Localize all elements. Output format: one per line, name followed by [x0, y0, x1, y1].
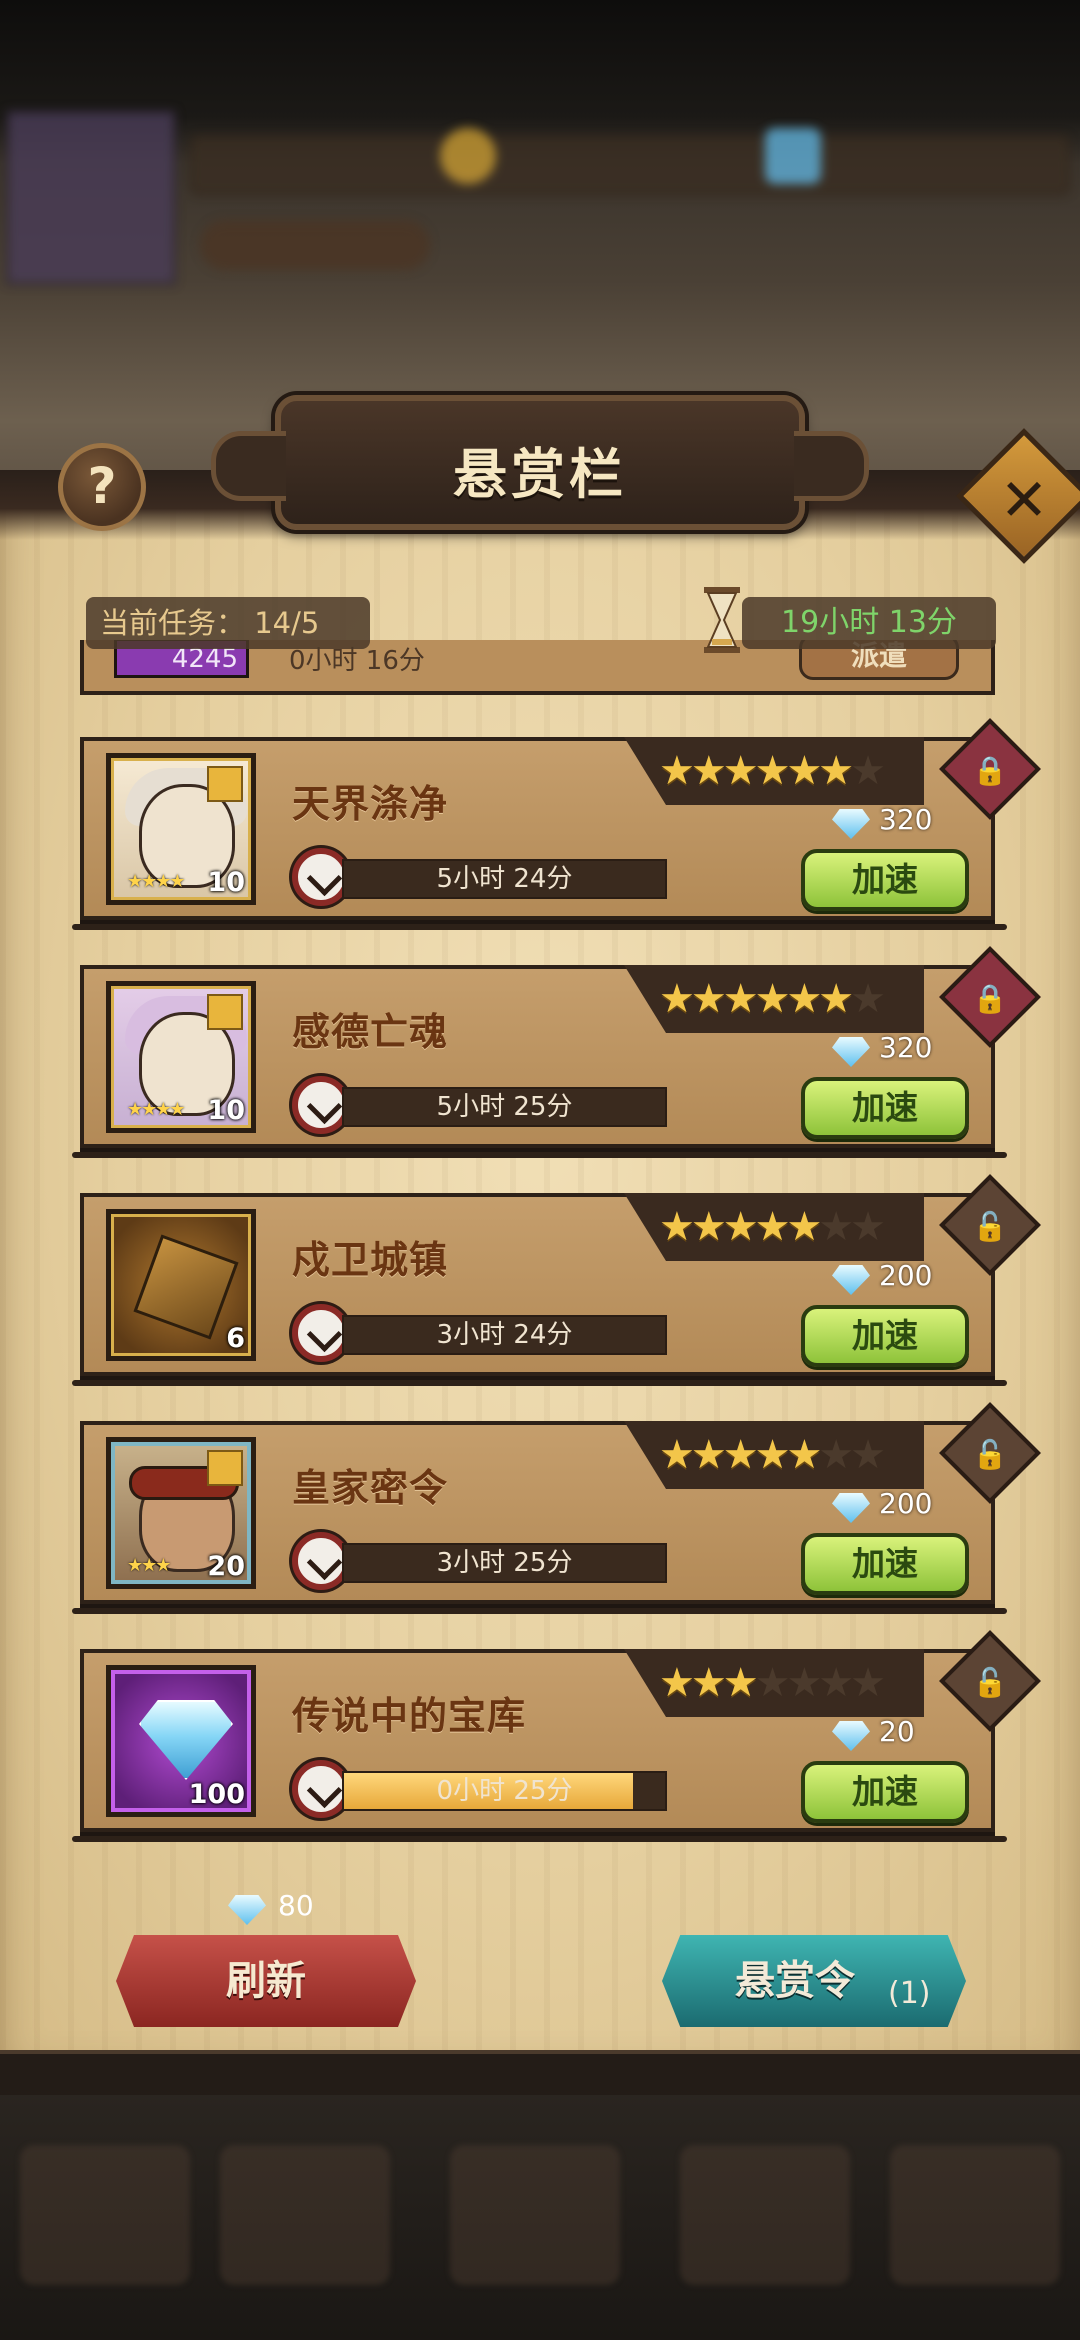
speedup-cost: 200 — [879, 1487, 933, 1520]
mission-card: 100 传说中的宝库 ★★★★★★★ 🔓 20 0小时 25分 加速 — [72, 1630, 1041, 1842]
time-progress-bar: 5小时 25分 — [342, 1087, 667, 1127]
lock-open-icon[interactable]: 🔓 — [964, 1429, 1016, 1481]
background-pill — [200, 220, 430, 270]
nav-slot — [680, 2145, 850, 2285]
mission-stars: ★★★★★★★ — [659, 1432, 886, 1478]
portrait-count: 6 — [226, 1323, 245, 1354]
mission-card: ★★★★ 10 天界涤净 ★★★★★★★ 🔒 320 5小时 24分 加速 — [72, 718, 1041, 930]
mission-card: 6 戍卫城镇 ★★★★★★★ 🔓 200 3小时 24分 加速 — [72, 1174, 1041, 1386]
time-remaining: 3小时 24分 — [436, 1320, 573, 1350]
speedup-button[interactable]: 加速 — [801, 1077, 969, 1139]
portrait-stars: ★★★ — [127, 1555, 171, 1576]
diamond-reward-icon — [139, 1700, 233, 1780]
mission-name: 感德亡魂 — [292, 1010, 449, 1054]
bottom-nav-background — [0, 2095, 1080, 2340]
nav-slot — [20, 2145, 190, 2285]
portrait-stars: ★★★★ — [127, 871, 186, 892]
time-progress-bar: 3小时 25分 — [342, 1543, 667, 1583]
diamond-icon — [832, 809, 870, 839]
lock-open-icon[interactable]: 🔓 — [964, 1201, 1016, 1253]
mission-card: ★★★ 20 皇家密令 ★★★★★★★ 🔓 200 3小时 25分 加速 — [72, 1402, 1041, 1614]
speedup-button[interactable]: 加速 — [801, 849, 969, 911]
diamond-icon — [832, 1721, 870, 1751]
portrait-stars: ★★★★ — [127, 1099, 186, 1120]
bounty-screen: 悬赏栏 ? ✕ 4245 0小时 16分 派遣 当前任务： 14/5 19小时 … — [0, 0, 1080, 2340]
nav-slot — [220, 2145, 390, 2285]
diamond-icon — [832, 1265, 870, 1295]
nav-slot — [890, 2145, 1060, 2285]
help-button[interactable]: ? — [58, 443, 146, 531]
portrait-count: 10 — [207, 1095, 245, 1126]
speedup-cost: 200 — [879, 1259, 933, 1292]
mission-portrait[interactable]: ★★★★ 10 — [106, 981, 256, 1133]
speedup-button[interactable]: 加速 — [801, 1305, 969, 1367]
background-hud — [0, 100, 1080, 285]
mission-portrait[interactable]: 100 — [106, 1665, 256, 1817]
time-remaining: 0小时 25分 — [436, 1776, 573, 1806]
background-portrait — [6, 110, 176, 285]
speedup-cost: 320 — [879, 803, 933, 836]
time-progress-bar: 3小时 24分 — [342, 1315, 667, 1355]
mission-stars: ★★★★★★★ — [659, 748, 886, 794]
mission-portrait[interactable]: ★★★ 20 — [106, 1437, 256, 1589]
mission-portrait[interactable]: 6 — [106, 1209, 256, 1361]
diamond-icon — [832, 1493, 870, 1523]
time-remaining: 3小时 25分 — [436, 1548, 573, 1578]
time-remaining: 5小时 25分 — [436, 1092, 573, 1122]
portrait-count: 100 — [188, 1779, 245, 1810]
mission-name: 戍卫城镇 — [292, 1238, 449, 1282]
portrait-count: 10 — [207, 867, 245, 898]
mission-name: 天界涤净 — [292, 782, 449, 826]
background-coin-icon — [440, 128, 496, 184]
mission-stars: ★★★★★★★ — [659, 976, 886, 1022]
time-remaining: 5小时 24分 — [436, 864, 573, 894]
bounty-order-label[interactable]: 悬赏令 — [735, 1935, 855, 2027]
mission-name: 传说中的宝库 — [292, 1694, 527, 1738]
lock-closed-icon[interactable]: 🔒 — [964, 745, 1016, 797]
background-resource-bar — [190, 135, 1070, 195]
mission-stars: ★★★★★★★ — [659, 1660, 886, 1706]
speedup-button[interactable]: 加速 — [801, 1761, 969, 1823]
mission-name: 皇家密令 — [292, 1466, 449, 1510]
current-task-count: 当前任务： 14/5 — [86, 597, 370, 649]
hourglass-icon — [704, 587, 740, 653]
cube-icon — [133, 1234, 239, 1340]
nav-slot — [450, 2145, 620, 2285]
mission-stars: ★★★★★★★ — [659, 1204, 886, 1250]
speedup-button[interactable]: 加速 — [801, 1533, 969, 1595]
speedup-cost: 20 — [879, 1715, 915, 1748]
time-progress-bar: 0小时 25分 — [342, 1771, 667, 1811]
mission-portrait[interactable]: ★★★★ 10 — [106, 753, 256, 905]
puzzle-piece-icon — [207, 1450, 243, 1486]
refresh-button-label[interactable]: 刷新 — [116, 1935, 416, 2027]
speedup-cost: 320 — [879, 1031, 933, 1064]
page-title: 悬赏栏 — [453, 443, 627, 506]
close-icon[interactable]: ✕ — [976, 452, 1072, 548]
mission-card: ★★★★ 10 感德亡魂 ★★★★★★★ 🔒 320 5小时 25分 加速 — [72, 946, 1041, 1158]
lock-open-icon[interactable]: 🔓 — [964, 1657, 1016, 1709]
portrait-count: 20 — [207, 1551, 245, 1582]
lock-closed-icon[interactable]: 🔒 — [964, 973, 1016, 1025]
background-gem-icon — [765, 128, 821, 184]
bounty-order-count: (1) — [888, 1976, 931, 2011]
refresh-cost: 80 — [278, 1889, 314, 1922]
diamond-icon — [832, 1037, 870, 1067]
refresh-timer: 19小时 13分 — [742, 597, 996, 649]
puzzle-piece-icon — [207, 994, 243, 1030]
panel-bottom-edge — [0, 2050, 1080, 2095]
time-progress-bar: 5小时 24分 — [342, 859, 667, 899]
puzzle-piece-icon — [207, 766, 243, 802]
